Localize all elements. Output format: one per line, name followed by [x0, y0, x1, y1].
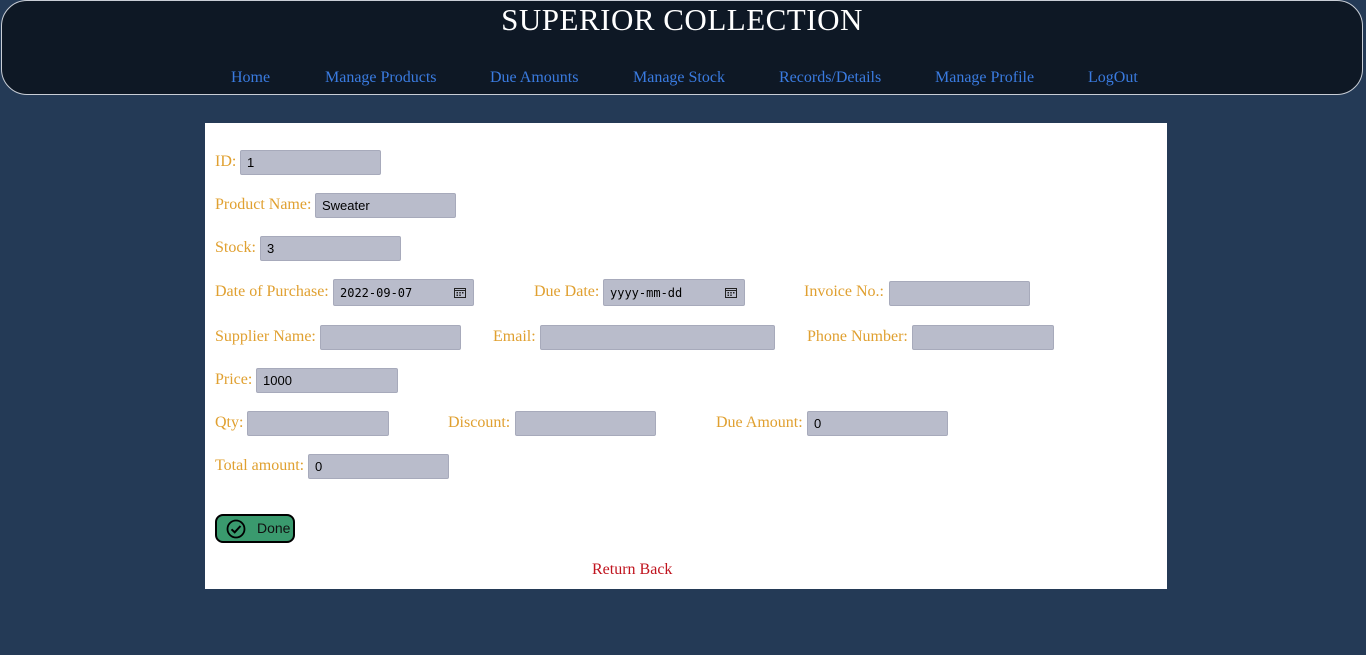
discount-input[interactable]: [515, 411, 656, 436]
due-amount-label: Due Amount:: [716, 414, 803, 431]
id-label: ID:: [215, 153, 237, 170]
email-label: Email:: [493, 328, 536, 345]
main-nav: Home Manage Products Due Amounts Manage …: [2, 68, 1362, 88]
done-button-label: Done: [257, 520, 291, 536]
calendar-icon[interactable]: [454, 287, 466, 298]
nav-manage-profile[interactable]: Manage Profile: [935, 68, 1034, 88]
due-amount-input[interactable]: [807, 411, 948, 436]
nav-manage-stock[interactable]: Manage Stock: [633, 68, 725, 88]
nav-records-details[interactable]: Records/Details: [779, 68, 881, 88]
nav-home[interactable]: Home: [231, 68, 270, 88]
product-form-panel: ID: Product Name: Stock: Date of Purchas…: [205, 123, 1167, 589]
stock-input[interactable]: [260, 236, 401, 261]
price-input[interactable]: [256, 368, 398, 393]
invoice-no-label: Invoice No.:: [804, 283, 884, 300]
phone-number-label: Phone Number:: [807, 328, 908, 345]
due-date-input[interactable]: yyyy-mm-dd: [603, 279, 745, 306]
date-of-purchase-value: 2022-09-07: [340, 286, 413, 300]
nav-logout[interactable]: LogOut: [1088, 68, 1138, 88]
discount-label: Discount:: [448, 414, 511, 431]
supplier-name-label: Supplier Name:: [215, 328, 316, 345]
date-of-purchase-input[interactable]: 2022-09-07: [333, 279, 474, 306]
return-back-link[interactable]: Return Back: [592, 560, 672, 580]
price-label: Price:: [215, 371, 253, 388]
done-button[interactable]: Done: [215, 514, 295, 543]
check-circle-icon: [226, 519, 246, 539]
site-title: SUPERIOR COLLECTION: [501, 2, 863, 37]
total-amount-input[interactable]: [308, 454, 449, 479]
calendar-icon[interactable]: [725, 287, 737, 298]
due-date-label: Due Date:: [534, 283, 600, 300]
nav-due-amounts[interactable]: Due Amounts: [490, 68, 578, 88]
invoice-no-input[interactable]: [889, 281, 1030, 306]
total-amount-label: Total amount:: [215, 457, 305, 474]
phone-number-input[interactable]: [912, 325, 1054, 350]
qty-label: Qty:: [215, 414, 244, 431]
id-input[interactable]: [240, 150, 381, 175]
product-name-input[interactable]: [315, 193, 456, 218]
stock-label: Stock:: [215, 239, 256, 256]
site-header: SUPERIOR COLLECTION Home Manage Products…: [1, 0, 1363, 95]
due-date-placeholder: yyyy-mm-dd: [610, 286, 683, 300]
email-input[interactable]: [540, 325, 775, 350]
nav-manage-products[interactable]: Manage Products: [325, 68, 437, 88]
supplier-name-input[interactable]: [320, 325, 461, 350]
date-of-purchase-label: Date of Purchase:: [215, 283, 329, 300]
qty-input[interactable]: [247, 411, 389, 436]
product-name-label: Product Name:: [215, 196, 312, 213]
